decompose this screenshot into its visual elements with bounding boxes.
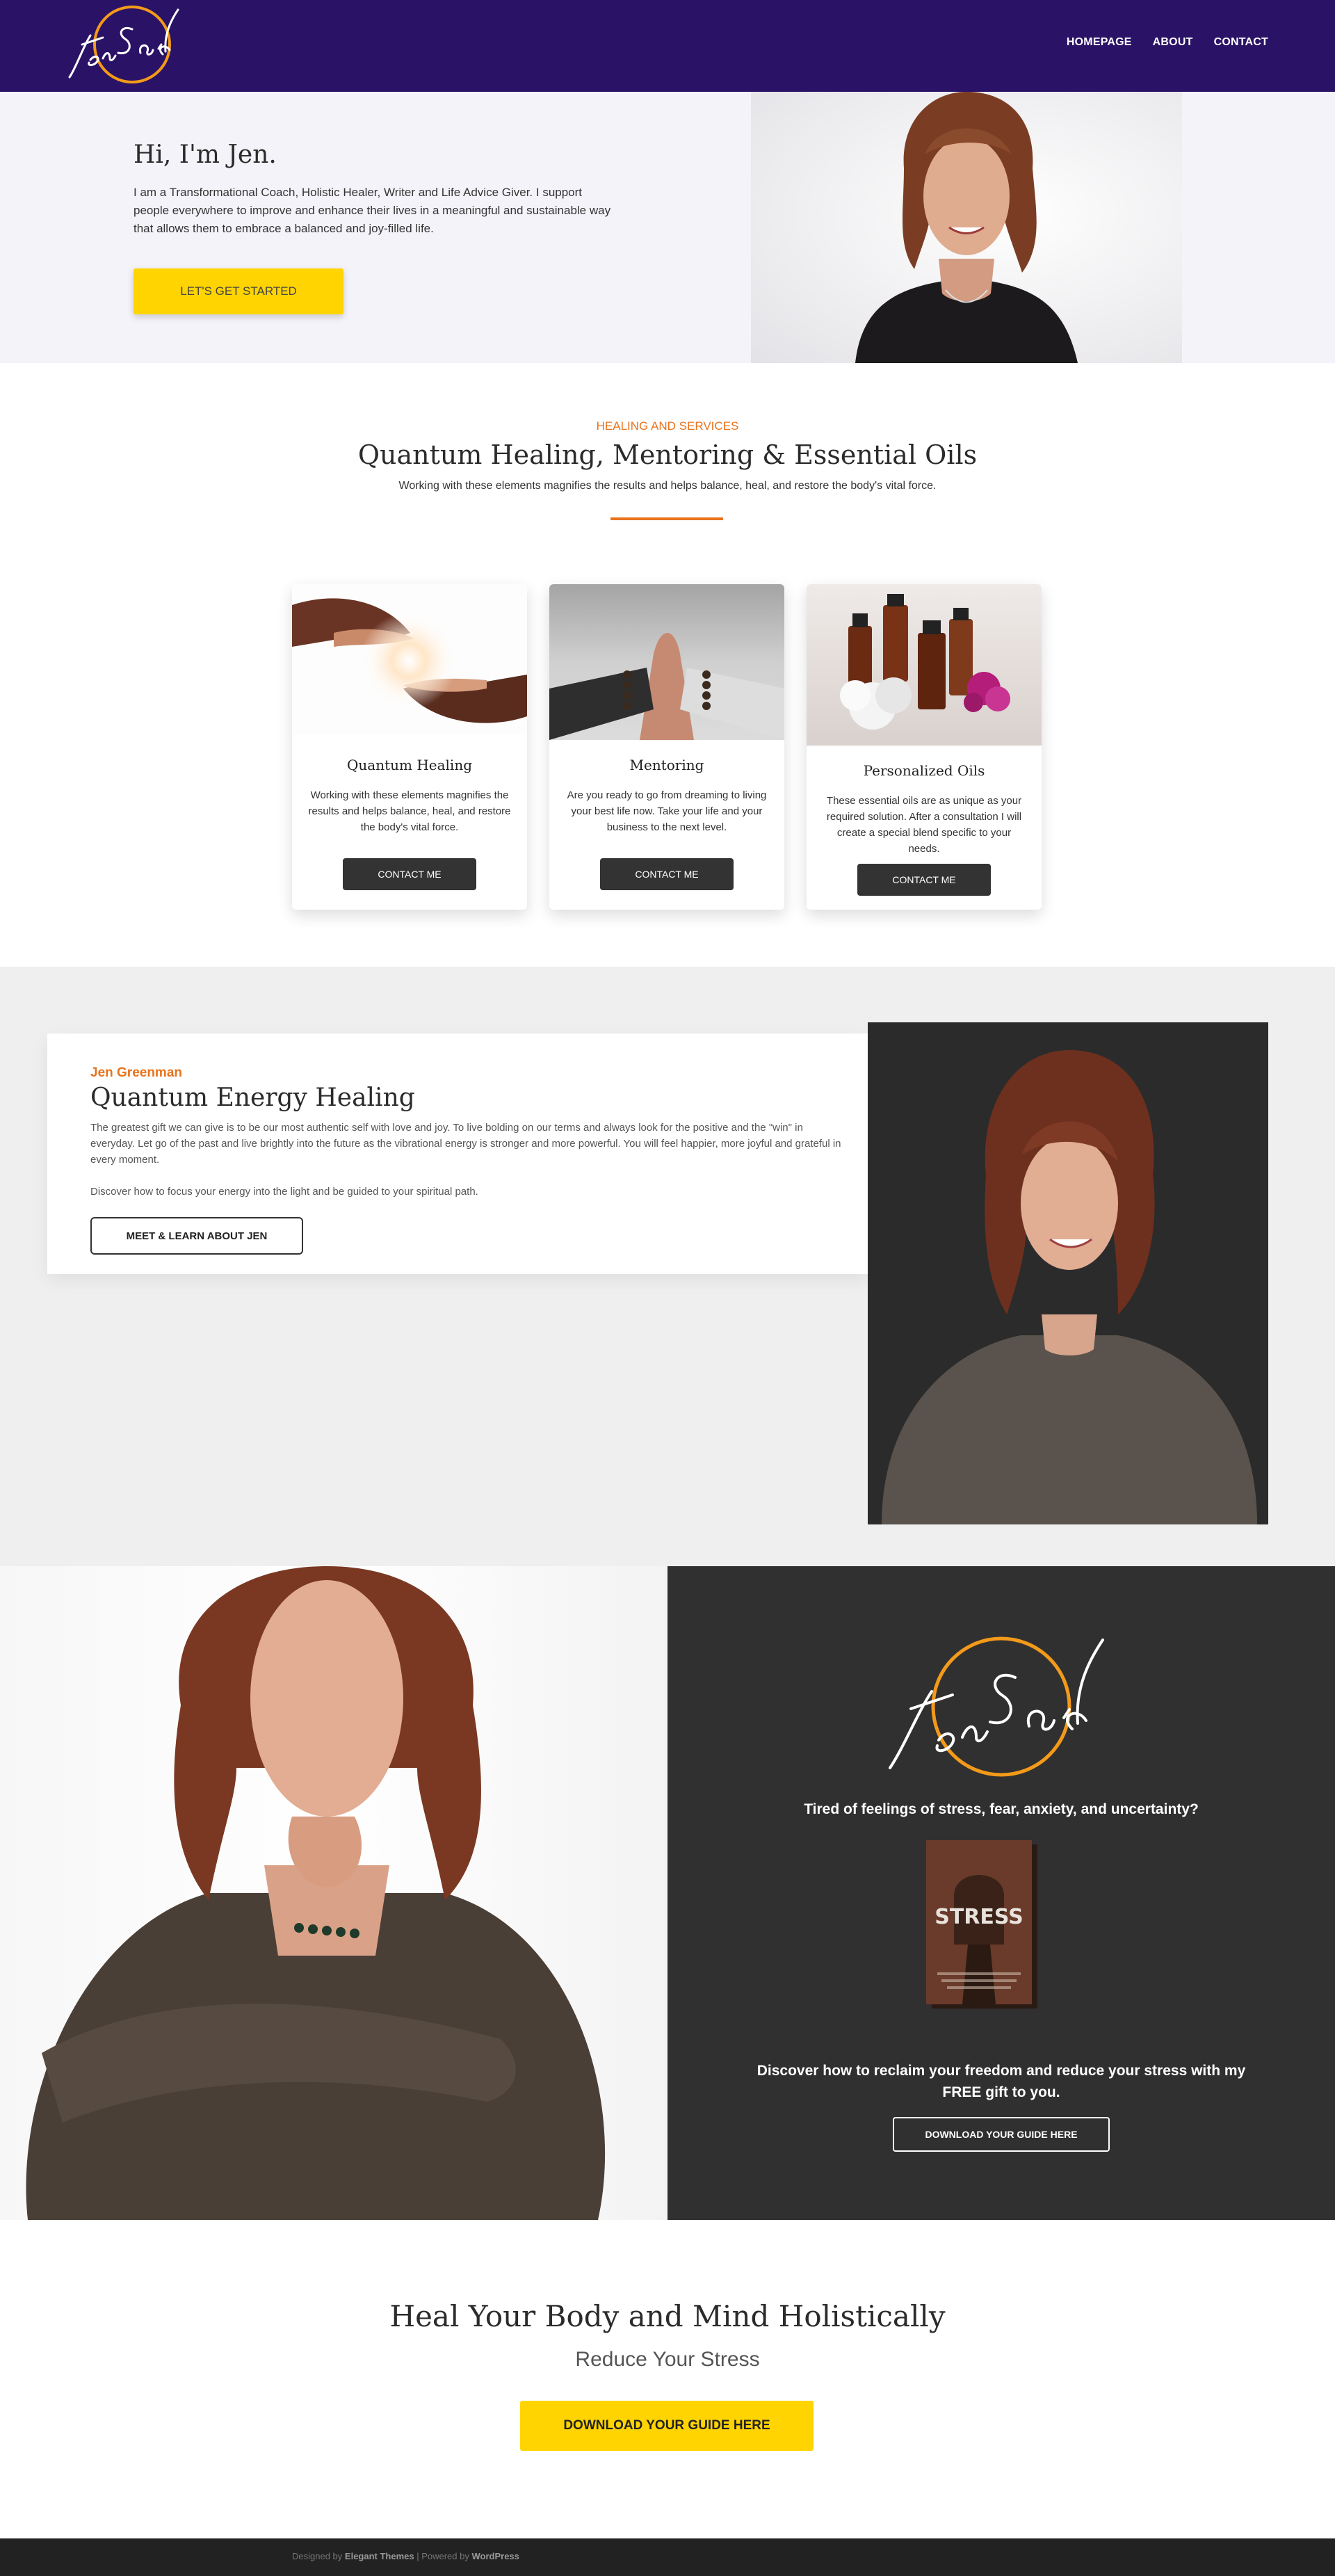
card-text-personalized-oils: These essential oils are as unique as yo… [826,795,1022,855]
card-title-personalized-oils: Personalized Oils [863,762,985,779]
nav-homepage-link[interactable]: HOMEPAGE [1067,36,1132,49]
services-subtitle: Working with these elements magnifies th… [398,480,937,492]
services-eyebrow: HEALING AND SERVICES [596,419,739,433]
site-header: HOMEPAGE ABOUT CONTACT [0,0,1335,92]
healing-hands-image [292,584,527,734]
card-title-mentoring: Mentoring [629,757,704,773]
quantum-energy-title: Quantum Energy Healing [90,1084,415,1112]
service-card-quantum-healing: Quantum Healing Working with these eleme… [292,584,527,910]
quantum-energy-box: Jen Greenman Quantum Energy Healing The … [47,1033,868,1274]
hero-title: Hi, I'm Jen. [134,140,277,169]
quantum-energy-paragraph-1: The greatest gift we can give is to be o… [90,1122,841,1166]
site-footer: Designed by Elegant Themes | Powered by … [0,2538,1335,2576]
services-title: Quantum Healing, Mentoring & Essential O… [357,440,978,470]
quantum-energy-section: Jen Greenman Quantum Energy Healing The … [0,967,1335,1566]
hero-section: Hi, I'm Jen. I am a Transformational Coa… [0,92,1335,363]
nav-contact-link[interactable]: CONTACT [1214,36,1268,49]
card-text-mentoring: Are you ready to go from dreaming to liv… [567,789,767,833]
footer-credits: Designed by Elegant Themes | Powered by … [292,2551,519,2561]
jen-portrait-crossed-arms-image [0,1566,668,2220]
contact-me-button-mentoring[interactable]: CONTACT ME [600,858,734,890]
contact-me-button-personalized-oils[interactable]: CONTACT ME [857,864,991,896]
promo-description: Discover how to reclaim your freedom and… [756,2063,1246,2100]
services-divider [610,517,723,520]
author-name: Jen Greenman [90,1065,182,1080]
essential-oils-image [807,584,1042,746]
heal-title: Heal Your Body and Mind Holistically [389,2299,946,2333]
jen-said-logo[interactable] [63,4,202,88]
hero-intro-text: I am a Transformational Coach, Holistic … [134,186,611,235]
footer-wordpress-link[interactable]: WordPress [471,2551,519,2561]
praying-hands-image [549,584,784,740]
card-title-quantum-healing: Quantum Healing [347,757,472,773]
book-title: STRESS [934,1905,1024,1929]
nav-about-link[interactable]: ABOUT [1153,36,1193,49]
heal-subtitle: Reduce Your Stress [575,2348,760,2371]
meet-jen-button[interactable]: MEET & LEARN ABOUT JEN [90,1217,303,1255]
download-guide-button-promo[interactable]: DOWNLOAD YOUR GUIDE HERE [893,2117,1110,2152]
get-started-button[interactable]: LET'S GET STARTED [134,268,343,314]
service-card-personalized-oils: Personalized Oils These essential oils a… [807,584,1042,910]
footer-designed-by: Designed by [292,2551,343,2561]
footer-separator: | Powered by [414,2551,472,2561]
main-nav: HOMEPAGE ABOUT CONTACT [1067,36,1268,49]
download-guide-button[interactable]: DOWNLOAD YOUR GUIDE HERE [520,2401,814,2451]
stress-guide-book-image: STRESS [926,1840,1042,2010]
contact-me-button-quantum-healing[interactable]: CONTACT ME [343,858,476,890]
service-card-mentoring: Mentoring Are you ready to go from dream… [549,584,784,910]
promo-question: Tired of feelings of stress, fear, anxie… [804,1801,1199,1817]
footer-theme-link[interactable]: Elegant Themes [345,2551,414,2561]
jen-portrait-sweater-image [868,1022,1268,1524]
card-text-quantum-healing: Working with these elements magnifies th… [308,789,511,833]
jen-said-logo-large [889,1636,1104,1777]
quantum-energy-paragraph-2: Discover how to focus your energy into t… [90,1186,478,1198]
hero-portrait-image [751,92,1182,363]
promo-panel: Tired of feelings of stress, fear, anxie… [668,1566,1335,2220]
